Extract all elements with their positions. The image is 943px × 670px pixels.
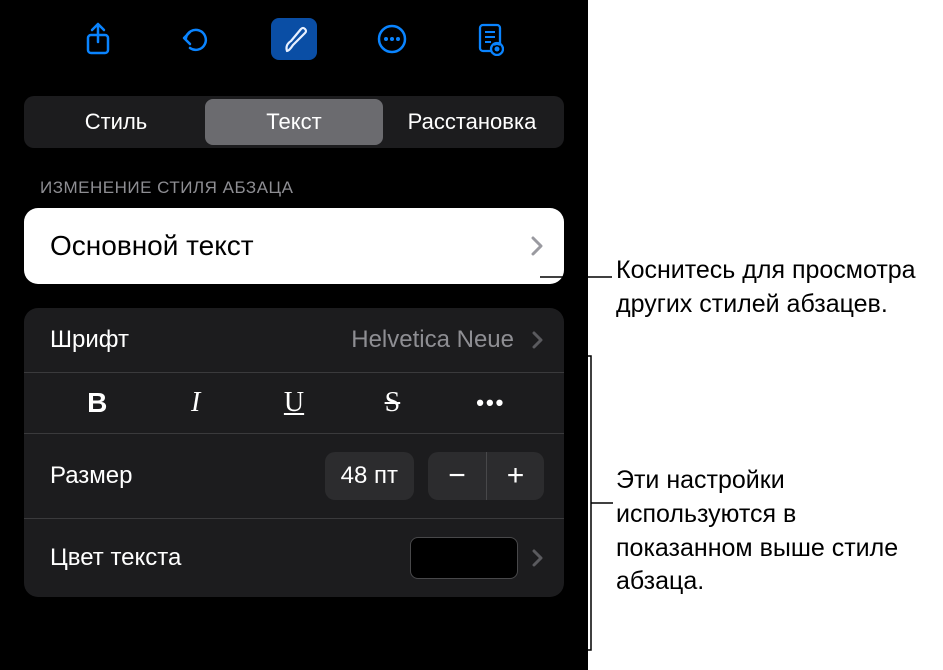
chevron-right-icon — [532, 330, 544, 350]
font-label: Шрифт — [50, 326, 129, 354]
paragraph-style-row[interactable]: Основной текст — [24, 208, 564, 284]
chevron-right-icon — [532, 548, 544, 568]
font-row[interactable]: Шрифт Helvetica Neue — [24, 308, 564, 373]
undo-icon — [180, 24, 212, 54]
undo-button[interactable] — [173, 18, 219, 60]
text-color-label: Цвет текста — [50, 544, 181, 572]
document-icon — [476, 22, 504, 56]
toolbar — [0, 0, 588, 74]
text-settings-card: Шрифт Helvetica Neue B I U S ••• Размер … — [24, 308, 564, 597]
tab-text[interactable]: Текст — [205, 99, 383, 145]
size-stepper: − + — [428, 452, 544, 500]
share-icon — [84, 22, 112, 56]
format-panel: Стиль Текст Расстановка ИЗМЕНЕНИЕ СТИЛЯ … — [0, 0, 588, 670]
format-row: B I U S ••• — [24, 373, 564, 434]
callout-1: Коснитесь для просмотра других стилей аб… — [616, 254, 926, 322]
text-color-row[interactable]: Цвет текста — [24, 519, 564, 597]
font-value: Helvetica Neue — [351, 326, 514, 354]
more-button[interactable] — [369, 18, 415, 60]
chevron-right-icon — [530, 235, 544, 257]
callout-leader-2 — [573, 353, 617, 653]
bold-button[interactable]: B — [48, 387, 146, 419]
segmented-control: Стиль Текст Расстановка — [24, 96, 564, 148]
callout-leader-1 — [540, 270, 620, 284]
tab-style[interactable]: Стиль — [27, 99, 205, 145]
brush-icon — [279, 23, 309, 55]
tab-layout[interactable]: Расстановка — [383, 99, 561, 145]
format-button[interactable] — [271, 18, 317, 60]
underline-button[interactable]: U — [245, 387, 343, 419]
size-label: Размер — [50, 462, 133, 490]
strikethrough-button[interactable]: S — [343, 387, 441, 419]
document-mode-button[interactable] — [467, 18, 513, 60]
italic-button[interactable]: I — [146, 387, 244, 419]
share-button[interactable] — [75, 18, 121, 60]
size-value[interactable]: 48 пт — [325, 452, 414, 500]
callout-2: Эти настройки используются в показанном … — [616, 464, 926, 599]
text-color-swatch[interactable] — [410, 537, 518, 579]
more-icon — [376, 23, 408, 55]
size-increase-button[interactable]: + — [486, 452, 544, 500]
size-decrease-button[interactable]: − — [428, 452, 486, 500]
section-header: ИЗМЕНЕНИЕ СТИЛЯ АБЗАЦА — [40, 178, 548, 198]
size-row: Размер 48 пт − + — [24, 434, 564, 519]
more-format-button[interactable]: ••• — [442, 390, 540, 416]
paragraph-style-label: Основной текст — [50, 230, 254, 262]
